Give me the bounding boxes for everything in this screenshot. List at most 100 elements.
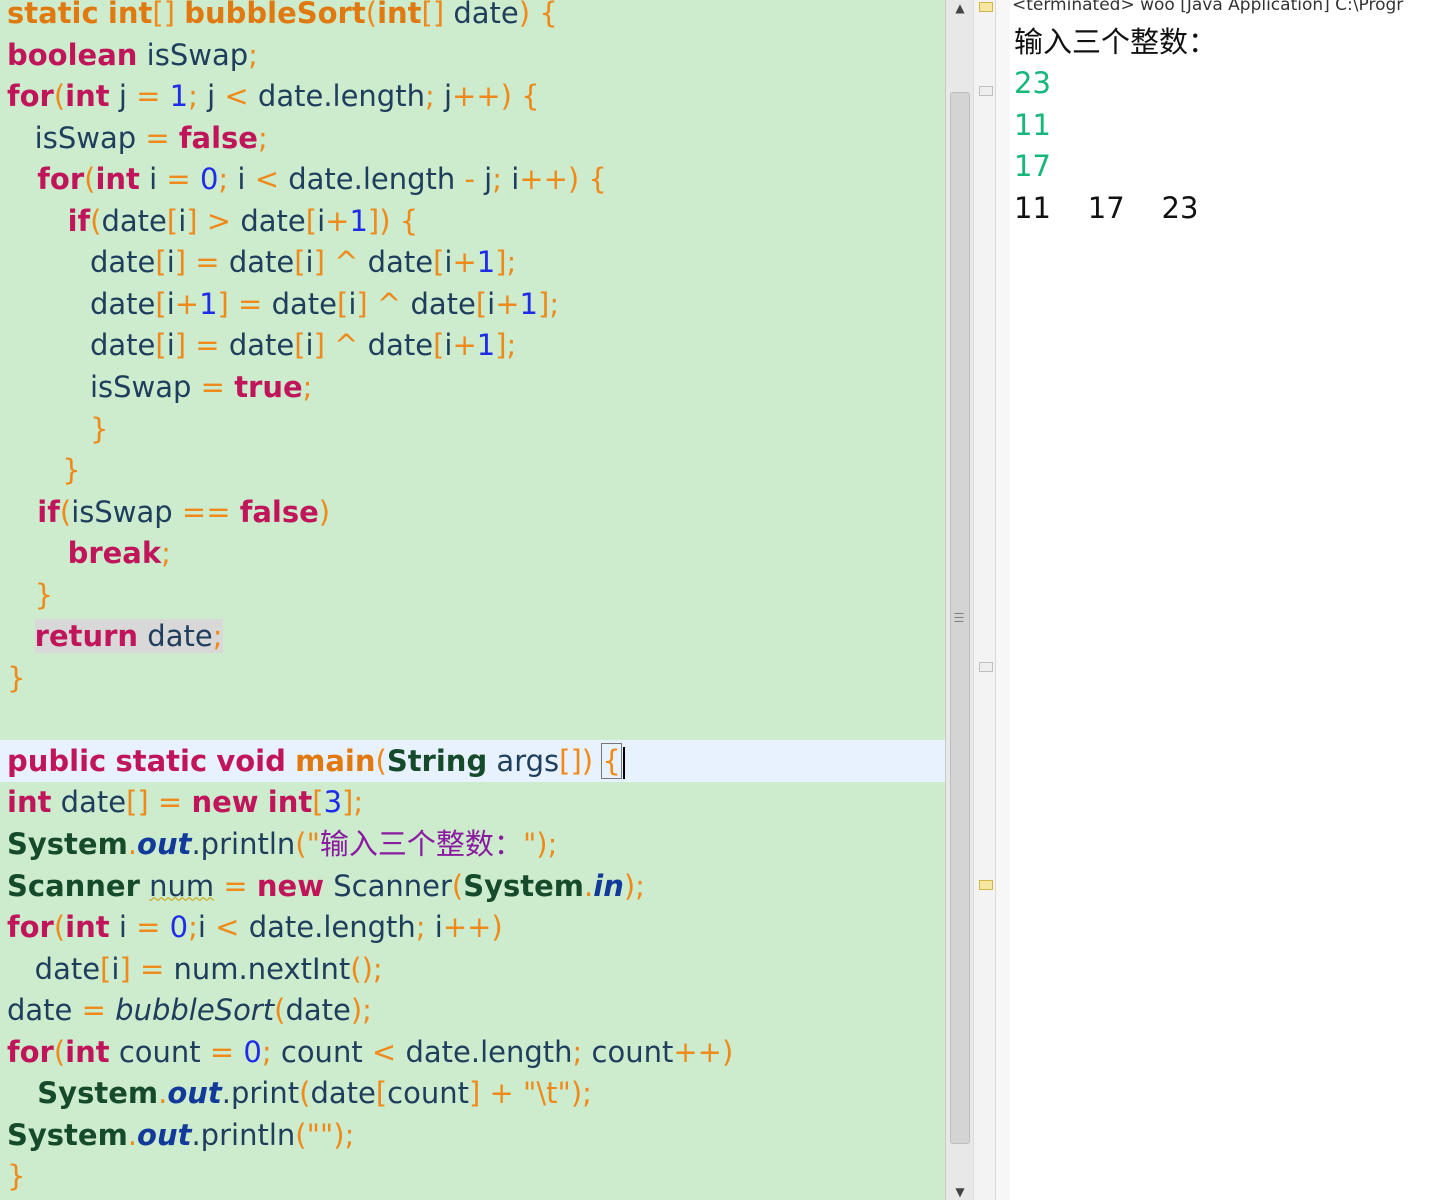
code-token: [: [155, 245, 167, 280]
code-token: out: [137, 1117, 192, 1152]
code-token: for: [7, 910, 54, 945]
code-token: }: [7, 411, 109, 446]
code-token: for: [7, 1034, 54, 1069]
code-line[interactable]: for(int i = 0; i < date.length - j; i++)…: [7, 158, 607, 200]
code-token: ] >: [186, 203, 241, 238]
overview-marker[interactable]: [979, 86, 993, 96]
code-token: Scanner: [324, 868, 452, 903]
code-token: 输入三个整数：: [319, 827, 523, 861]
code-token: out: [167, 1076, 222, 1111]
code-token: (": [295, 827, 320, 861]
code-token: i: [139, 162, 167, 197]
code-line[interactable]: if(date[i] > date[i+1]) {: [7, 200, 419, 242]
panel-divider[interactable]: [995, 0, 1011, 1200]
code-token: [: [312, 785, 324, 820]
code-token: [: [433, 245, 445, 280]
code-token: .println: [191, 1117, 296, 1152]
code-line[interactable]: for(int i = 0;i < date.length; i++): [7, 906, 503, 948]
code-token: <: [371, 1034, 406, 1069]
code-token: ] + "\t");: [469, 1076, 592, 1111]
code-line[interactable]: System.out.println("输入三个整数：");: [7, 823, 557, 865]
code-line[interactable]: isSwap = false;: [7, 117, 268, 159]
code-token: System: [7, 827, 128, 861]
code-line[interactable]: boolean isSwap;: [7, 34, 258, 76]
code-line[interactable]: System.out.println("");: [7, 1114, 354, 1156]
code-line[interactable]: return date;: [7, 615, 223, 657]
code-token: date: [367, 245, 434, 280]
code-line[interactable]: Scanner num = new Scanner(System.in);: [7, 865, 645, 907]
code-token: [: [294, 245, 306, 280]
code-token: [: [305, 203, 318, 238]
code-line[interactable]: for(int j = 1; j < date.length; j++) {: [7, 75, 540, 117]
code-token: date: [271, 286, 337, 321]
code-token: System: [7, 1117, 128, 1152]
code-token: i: [166, 286, 175, 321]
overview-marker[interactable]: [979, 662, 993, 672]
code-line[interactable]: if(isSwap == false): [7, 491, 330, 533]
code-token: j: [207, 79, 225, 114]
code-line[interactable]: for(int count = 0; count < date.length; …: [7, 1031, 733, 1073]
code-token: }: [7, 1159, 26, 1194]
code-line[interactable]: date[i+1] = date[i] ^ date[i+1];: [7, 283, 559, 325]
code-token: int: [267, 785, 313, 820]
editor-vertical-scrollbar[interactable]: ▲ — — — ▼: [945, 0, 974, 1200]
code-token: String: [386, 743, 488, 778]
code-line[interactable]: }: [7, 449, 81, 491]
code-token: (: [365, 0, 378, 30]
overview-warning-marker[interactable]: [979, 2, 993, 12]
code-token: [: [475, 286, 488, 321]
code-line[interactable]: System.out.print(date[count] + "\t");: [7, 1072, 592, 1114]
code-token: j: [109, 79, 137, 114]
code-editor[interactable]: static int[] bubbleSort(int[] date) {boo…: [0, 0, 945, 1200]
scroll-down-arrow-icon[interactable]: ▼: [946, 1184, 974, 1200]
code-token: ("");: [295, 1117, 355, 1152]
overview-ruler[interactable]: [973, 0, 996, 1200]
code-token: break: [7, 536, 162, 571]
code-token: =: [166, 162, 200, 197]
code-line[interactable]: int date[] = new int[3];: [7, 781, 363, 823]
code-line[interactable]: }: [7, 574, 53, 616]
scroll-up-arrow-icon[interactable]: ▲: [946, 0, 974, 16]
code-line[interactable]: }: [7, 1155, 25, 1197]
code-token: <: [224, 79, 258, 114]
code-token: +: [174, 286, 200, 321]
code-line[interactable]: date[i] = date[i] ^ date[i+1];: [7, 324, 516, 366]
code-token: }: [7, 660, 26, 695]
code-token: ) {: [518, 0, 558, 30]
code-line[interactable]: date[i] = date[i] ^ date[i+1];: [7, 241, 516, 283]
code-token: [: [336, 286, 349, 321]
code-token: if: [7, 494, 60, 529]
console-view[interactable]: <terminated> woo [Java Application] C:\P…: [1010, 0, 1440, 1200]
code-token: date: [285, 993, 351, 1028]
overview-warning-marker[interactable]: [979, 880, 993, 890]
code-line[interactable]: isSwap = true;: [7, 366, 313, 408]
code-token: .print: [221, 1076, 300, 1111]
code-token: }: [7, 453, 81, 488]
code-token: 3: [323, 785, 343, 820]
code-token: date: [7, 328, 156, 363]
code-token: static: [115, 743, 208, 778]
code-token: for: [7, 79, 54, 114]
code-line[interactable]: }: [7, 657, 25, 699]
code-token: ;: [572, 1034, 592, 1069]
code-line[interactable]: date[i] = num.nextInt();: [7, 948, 383, 990]
code-token: ;: [424, 79, 444, 114]
code-token: count: [591, 1034, 674, 1069]
code-line[interactable]: }: [7, 408, 108, 450]
code-line[interactable]: public static void main(String args[]) {: [0, 739, 945, 782]
code-token: =: [145, 120, 179, 155]
code-line[interactable]: break;: [7, 532, 171, 574]
code-token: in: [593, 868, 624, 903]
code-token: int: [377, 0, 422, 30]
code-line[interactable]: date = bubbleSort(date);: [7, 989, 372, 1031]
code-line[interactable]: static int[] bubbleSort(int[] date) {: [7, 0, 558, 34]
code-token: }: [7, 577, 54, 612]
code-token: ];: [495, 245, 517, 280]
code-token: +: [452, 245, 477, 280]
code-token: ] =: [174, 245, 229, 280]
code-token: date: [7, 245, 156, 280]
code-token: (: [299, 1076, 311, 1111]
